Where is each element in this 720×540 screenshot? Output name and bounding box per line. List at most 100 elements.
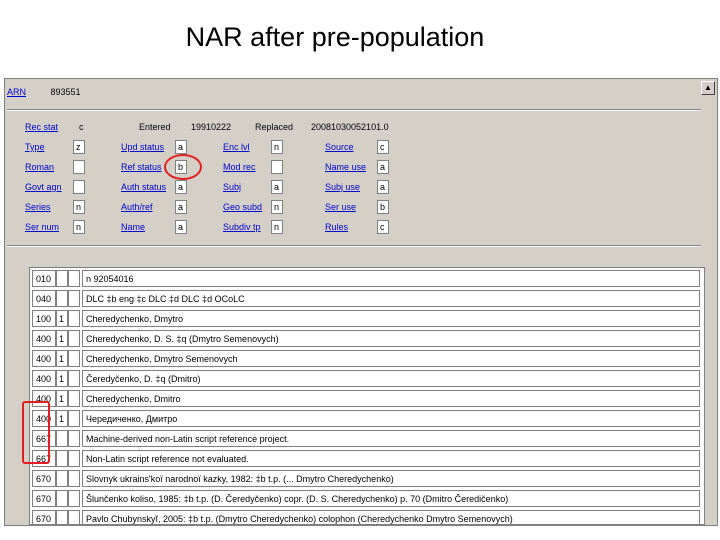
ind1-cell[interactable]: 1 <box>56 370 68 387</box>
geo-subd-label[interactable]: Geo subd <box>223 199 262 215</box>
roman-field[interactable] <box>73 160 85 174</box>
ind1-cell[interactable]: 1 <box>56 350 68 367</box>
ind2-cell[interactable] <box>68 290 80 307</box>
fixed-row-4: Govt agn Auth status a Subj a Subj use a <box>23 179 703 195</box>
ind1-cell[interactable]: 1 <box>56 330 68 347</box>
field-text-cell[interactable]: Cheredychenko, Dmytro <box>82 310 700 327</box>
field-text-cell[interactable]: Non-Latin script reference not evaluated… <box>82 450 700 467</box>
field-text-cell[interactable]: Pavlo Chubynskyĭ, 2005: ‡b t.p. (Dmytro … <box>82 510 700 524</box>
ind1-cell[interactable] <box>56 510 68 524</box>
subj-use-label[interactable]: Subj use <box>325 179 360 195</box>
field-text-cell[interactable]: Чередиченко, Дмитро <box>82 410 700 427</box>
ind1-cell[interactable] <box>56 290 68 307</box>
ind2-cell[interactable] <box>68 450 80 467</box>
ind1-cell[interactable]: 1 <box>56 410 68 427</box>
auth-status-label[interactable]: Auth status <box>121 179 166 195</box>
tag-cell[interactable]: 010 <box>32 270 56 287</box>
ser-num-label[interactable]: Ser num <box>25 219 59 235</box>
fixed-row-1: Rec stat c Entered 19910222 Replaced 200… <box>23 119 703 135</box>
source-field[interactable]: c <box>377 140 389 154</box>
enc-lvl-field[interactable]: n <box>271 140 283 154</box>
fixed-row-3: Roman Ref status b Mod rec Name use a <box>23 159 703 175</box>
arn-label[interactable]: ARN <box>7 87 26 97</box>
name-label[interactable]: Name <box>121 219 145 235</box>
ind1-cell[interactable] <box>56 470 68 487</box>
ind1-cell[interactable] <box>56 450 68 467</box>
name-field[interactable]: a <box>175 220 187 234</box>
divider <box>7 109 701 111</box>
ind2-cell[interactable] <box>68 510 80 524</box>
ser-use-field[interactable]: b <box>377 200 389 214</box>
type-field[interactable]: z <box>73 140 85 154</box>
ind1-cell[interactable] <box>56 270 68 287</box>
field-text-cell[interactable]: Slovnyk ukrains'koï narodnoï kazky, 1982… <box>82 470 700 487</box>
table-row: 670 Pavlo Chubynskyĭ, 2005: ‡b t.p. (Dmy… <box>30 509 702 524</box>
series-label[interactable]: Series <box>25 199 51 215</box>
ref-status-highlight-circle <box>164 154 202 180</box>
ser-num-field[interactable]: n <box>73 220 85 234</box>
ind2-cell[interactable] <box>68 390 80 407</box>
tag-cell[interactable]: 670 <box>32 510 56 524</box>
table-row: 670 Slovnyk ukrains'koï narodnoï kazky, … <box>30 469 702 489</box>
field-text-cell[interactable]: Machine-derived non-Latin script referen… <box>82 430 700 447</box>
upd-status-label[interactable]: Upd status <box>121 139 164 155</box>
ind1-cell[interactable]: 1 <box>56 390 68 407</box>
ind2-cell[interactable] <box>68 270 80 287</box>
ind2-cell[interactable] <box>68 470 80 487</box>
field-text-cell[interactable]: DLC ‡b eng ‡c DLC ‡d DLC ‡d OCoLC <box>82 290 700 307</box>
ind1-cell[interactable] <box>56 490 68 507</box>
subdiv-tp-label[interactable]: Subdiv tp <box>223 219 261 235</box>
field-text-cell[interactable]: Čeredyčenko, D. ‡q (Dmitro) <box>82 370 700 387</box>
rules-field[interactable]: c <box>377 220 389 234</box>
ind2-cell[interactable] <box>68 490 80 507</box>
source-label[interactable]: Source <box>325 139 354 155</box>
ser-use-label[interactable]: Ser use <box>325 199 356 215</box>
roman-label[interactable]: Roman <box>25 159 54 175</box>
ind2-cell[interactable] <box>68 330 80 347</box>
tag-cell[interactable]: 670 <box>32 490 56 507</box>
divider <box>7 245 701 247</box>
tag-cell[interactable]: 400 <box>32 330 56 347</box>
name-use-field[interactable]: a <box>377 160 389 174</box>
ind2-cell[interactable] <box>68 430 80 447</box>
govt-agn-label[interactable]: Govt agn <box>25 179 62 195</box>
tag-cell[interactable]: 040 <box>32 290 56 307</box>
field-text-cell[interactable]: Cheredychenko, D. S. ‡q (Dmytro Semenovy… <box>82 330 700 347</box>
ref-status-label[interactable]: Ref status <box>121 159 162 175</box>
scroll-up-arrow-icon[interactable]: ▲ <box>701 81 715 95</box>
ind1-cell[interactable] <box>56 430 68 447</box>
geo-subd-field[interactable]: n <box>271 200 283 214</box>
upd-status-field[interactable]: a <box>175 140 187 154</box>
govt-agn-field[interactable] <box>73 180 85 194</box>
field-text-cell[interactable]: n 92054016 <box>82 270 700 287</box>
tag-cell[interactable]: 100 <box>32 310 56 327</box>
entered-value: 19910222 <box>191 122 232 132</box>
auth-ref-label[interactable]: Auth/ref <box>121 199 153 215</box>
ind1-cell[interactable]: 1 <box>56 310 68 327</box>
subj-label[interactable]: Subj <box>223 179 241 195</box>
subdiv-tp-field[interactable]: n <box>271 220 283 234</box>
tag-cell[interactable]: 670 <box>32 470 56 487</box>
series-field[interactable]: n <box>73 200 85 214</box>
mod-rec-label[interactable]: Mod rec <box>223 159 256 175</box>
auth-ref-field[interactable]: a <box>175 200 187 214</box>
rules-label[interactable]: Rules <box>325 219 348 235</box>
rec-stat-label[interactable]: Rec stat <box>25 119 58 135</box>
field-text-cell[interactable]: Cheredychenko, Dmytro Semenovych <box>82 350 700 367</box>
mod-rec-field[interactable] <box>271 160 283 174</box>
enc-lvl-label[interactable]: Enc lvl <box>223 139 250 155</box>
subj-field[interactable]: a <box>271 180 283 194</box>
tag-highlight-rectangle <box>22 401 50 464</box>
tag-cell[interactable]: 400 <box>32 350 56 367</box>
field-text-cell[interactable]: Cheredychenko, Dmitro <box>82 390 700 407</box>
type-label[interactable]: Type <box>25 139 45 155</box>
name-use-label[interactable]: Name use <box>325 159 366 175</box>
auth-status-field[interactable]: a <box>175 180 187 194</box>
subj-use-field[interactable]: a <box>377 180 389 194</box>
tag-cell[interactable]: 400 <box>32 370 56 387</box>
ind2-cell[interactable] <box>68 410 80 427</box>
field-text-cell[interactable]: Šlunčenko koliso, 1985: ‡b t.p. (D. Čere… <box>82 490 700 507</box>
ind2-cell[interactable] <box>68 370 80 387</box>
ind2-cell[interactable] <box>68 350 80 367</box>
ind2-cell[interactable] <box>68 310 80 327</box>
